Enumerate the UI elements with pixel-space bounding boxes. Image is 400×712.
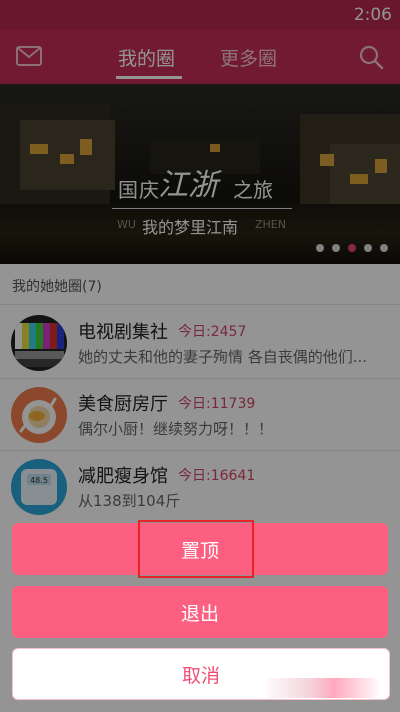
highlight-box: [138, 520, 254, 578]
watermark-smudge: [262, 678, 382, 698]
exit-circle-button[interactable]: 退出: [12, 586, 388, 638]
